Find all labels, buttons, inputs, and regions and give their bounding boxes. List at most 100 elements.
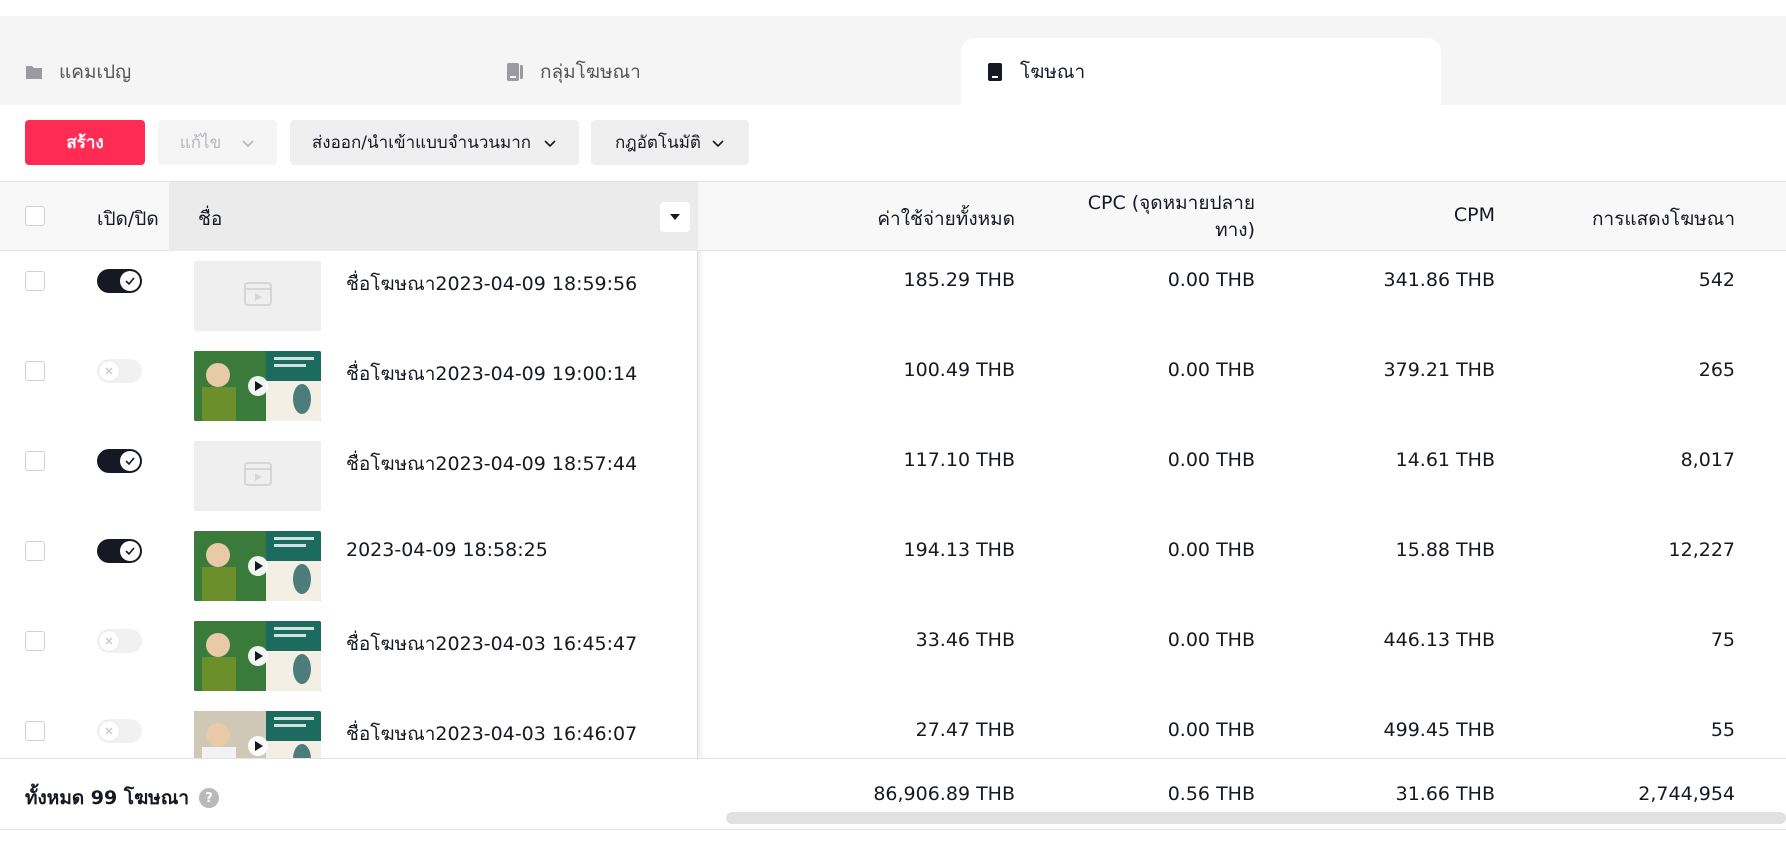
ad-total-spend: 100.49 THB	[903, 359, 1015, 381]
chevron-down-icon	[544, 139, 556, 147]
table-header: เปิด/ปิด ชื่อ ค่าใช้จ่ายทั้งหมด CPC (จุด…	[0, 181, 1786, 251]
total-ads-text: ทั้งหมด 99 โฆษณา	[25, 787, 189, 809]
tab-ad-label: โฆษณา	[1020, 60, 1086, 83]
ad-name[interactable]: ชื่อโฆษณา2023-04-09 19:00:14	[346, 359, 637, 389]
create-button[interactable]: สร้าง	[25, 120, 145, 165]
header-toggle: เปิด/ปิด	[97, 208, 159, 230]
help-icon[interactable]: ?	[199, 788, 219, 808]
row-checkbox[interactable]	[25, 271, 45, 291]
ad-name[interactable]: ชื่อโฆษณา2023-04-03 16:45:47	[346, 629, 637, 659]
ad-cpm: 15.88 THB	[1395, 539, 1495, 561]
chevron-down-icon	[242, 139, 254, 147]
select-all-checkbox[interactable]	[25, 206, 45, 226]
ad-status-toggle[interactable]	[97, 449, 142, 473]
header-cpc[interactable]: CPC (จุดหมายปลาย ทาง)	[1088, 190, 1255, 244]
ad-status-toggle[interactable]	[97, 359, 142, 383]
ad-cpm: 379.21 THB	[1383, 359, 1495, 381]
ad-impressions: 75	[1710, 629, 1735, 651]
total-spend: 86,906.89 THB	[873, 783, 1015, 805]
ad-status-toggle[interactable]	[97, 539, 142, 563]
ad-video-thumbnail[interactable]	[194, 621, 321, 691]
tab-ad[interactable]: โฆษณา	[961, 38, 1441, 105]
ad-cpc: 0.00 THB	[1167, 449, 1255, 471]
close-icon	[99, 721, 119, 741]
video-placeholder-icon	[243, 459, 273, 493]
row-checkbox[interactable]	[25, 541, 45, 561]
total-ads-label: ทั้งหมด 99 โฆษณา ?	[25, 783, 219, 813]
ad-video-thumbnail[interactable]	[194, 531, 321, 601]
check-icon	[120, 451, 140, 471]
table-row[interactable]: ชื่อโฆษณา2023-04-03 16:45:47 33.46 THB 0.0…	[0, 611, 1786, 702]
chevron-down-icon	[712, 139, 724, 147]
table-row[interactable]: ชื่อโฆษณา2023-04-09 18:57:44 117.10 THB 0.…	[0, 431, 1786, 522]
name-column-menu-button[interactable]	[660, 202, 690, 232]
top-strip	[0, 0, 1786, 16]
ad-impressions: 542	[1698, 269, 1735, 291]
ad-cpm: 14.61 THB	[1395, 449, 1495, 471]
ad-thumbnail-placeholder[interactable]	[194, 441, 321, 511]
ad-cpm: 446.13 THB	[1383, 629, 1495, 651]
header-impressions[interactable]: การแสดงโฆษณา	[1592, 204, 1735, 234]
ad-cpc: 0.00 THB	[1167, 539, 1255, 561]
create-button-label: สร้าง	[66, 133, 104, 153]
ad-total-spend: 27.47 THB	[915, 719, 1015, 741]
ad-group-icon	[507, 62, 523, 81]
ad-impressions: 12,227	[1668, 539, 1735, 561]
total-cpm: 31.66 THB	[1395, 783, 1495, 805]
ad-total-spend: 117.10 THB	[903, 449, 1015, 471]
header-cpm[interactable]: CPM	[1454, 204, 1495, 226]
table-row[interactable]: 2023-04-09 18:58:25 194.13 THB 0.00 THB 15.…	[0, 521, 1786, 612]
row-checkbox[interactable]	[25, 361, 45, 381]
ad-name[interactable]: ชื่อโฆษณา2023-04-03 16:46:07	[346, 719, 637, 749]
ad-thumbnail-placeholder[interactable]	[194, 261, 321, 331]
ad-total-spend: 33.46 THB	[915, 629, 1015, 651]
edit-button-label: แก้ไข	[179, 133, 222, 153]
ad-cpm: 499.45 THB	[1383, 719, 1495, 741]
total-cpc: 0.56 THB	[1167, 783, 1255, 805]
tab-campaign-label: แคมเปญ	[59, 60, 132, 83]
caret-down-icon	[670, 214, 680, 220]
header-total-spend[interactable]: ค่าใช้จ่ายทั้งหมด	[877, 204, 1015, 234]
ad-cpc: 0.00 THB	[1167, 359, 1255, 381]
edit-dropdown-button[interactable]: แก้ไข	[158, 120, 277, 165]
ad-impressions: 265	[1698, 359, 1735, 381]
table-row[interactable]: ชื่อโฆษณา2023-04-09 18:59:56 185.29 THB 0.…	[0, 251, 1786, 342]
ad-impressions: 55	[1710, 719, 1735, 741]
tab-ad-group-label: กลุ่มโฆษณา	[540, 60, 641, 83]
video-placeholder-icon	[243, 279, 273, 313]
row-checkbox[interactable]	[25, 721, 45, 741]
level-tab-bar	[0, 16, 1786, 105]
toolbar: สร้าง แก้ไข ส่งออก/นำเข้าแบบจำนวนมาก กฎอ…	[0, 105, 1786, 181]
rules-button-label: กฎอัตโนมัติ	[615, 133, 701, 153]
ad-name[interactable]: ชื่อโฆษณา2023-04-09 18:57:44	[346, 449, 637, 479]
ad-cpm: 341.86 THB	[1383, 269, 1495, 291]
total-impressions: 2,744,954	[1638, 783, 1735, 805]
tab-ad-group[interactable]: กลุ่มโฆษณา	[506, 38, 641, 105]
ad-total-spend: 194.13 THB	[903, 539, 1015, 561]
header-name-cell: ชื่อ	[169, 182, 698, 251]
ad-name[interactable]: 2023-04-09 18:58:25	[346, 539, 548, 561]
ad-status-toggle[interactable]	[97, 629, 142, 653]
horizontal-scrollbar[interactable]	[726, 812, 1786, 824]
ad-cpc: 0.00 THB	[1167, 719, 1255, 741]
bulk-button-label: ส่งออก/นำเข้าแบบจำนวนมาก	[311, 133, 532, 153]
tab-campaign[interactable]: แคมเปญ	[25, 38, 131, 105]
ad-status-toggle[interactable]	[97, 719, 142, 743]
ad-video-thumbnail[interactable]	[194, 351, 321, 421]
automated-rules-button[interactable]: กฎอัตโนมัติ	[591, 120, 749, 165]
header-cpc-line1: CPC (จุดหมายปลาย	[1087, 192, 1255, 214]
header-cpc-line2: ทาง)	[1215, 219, 1255, 241]
check-icon	[120, 541, 140, 561]
ad-icon	[988, 62, 1002, 81]
close-icon	[99, 361, 119, 381]
check-icon	[120, 271, 140, 291]
table-row[interactable]: ชื่อโฆษณา2023-04-09 19:00:14 100.49 THB 0.…	[0, 341, 1786, 432]
frozen-column-shadow	[697, 251, 705, 829]
row-checkbox[interactable]	[25, 631, 45, 651]
header-name: ชื่อ	[198, 208, 223, 230]
ad-name[interactable]: ชื่อโฆษณา2023-04-09 18:59:56	[346, 269, 637, 299]
bulk-export-import-button[interactable]: ส่งออก/นำเข้าแบบจำนวนมาก	[290, 120, 579, 165]
ad-status-toggle[interactable]	[97, 269, 142, 293]
ad-impressions: 8,017	[1680, 449, 1735, 471]
row-checkbox[interactable]	[25, 451, 45, 471]
